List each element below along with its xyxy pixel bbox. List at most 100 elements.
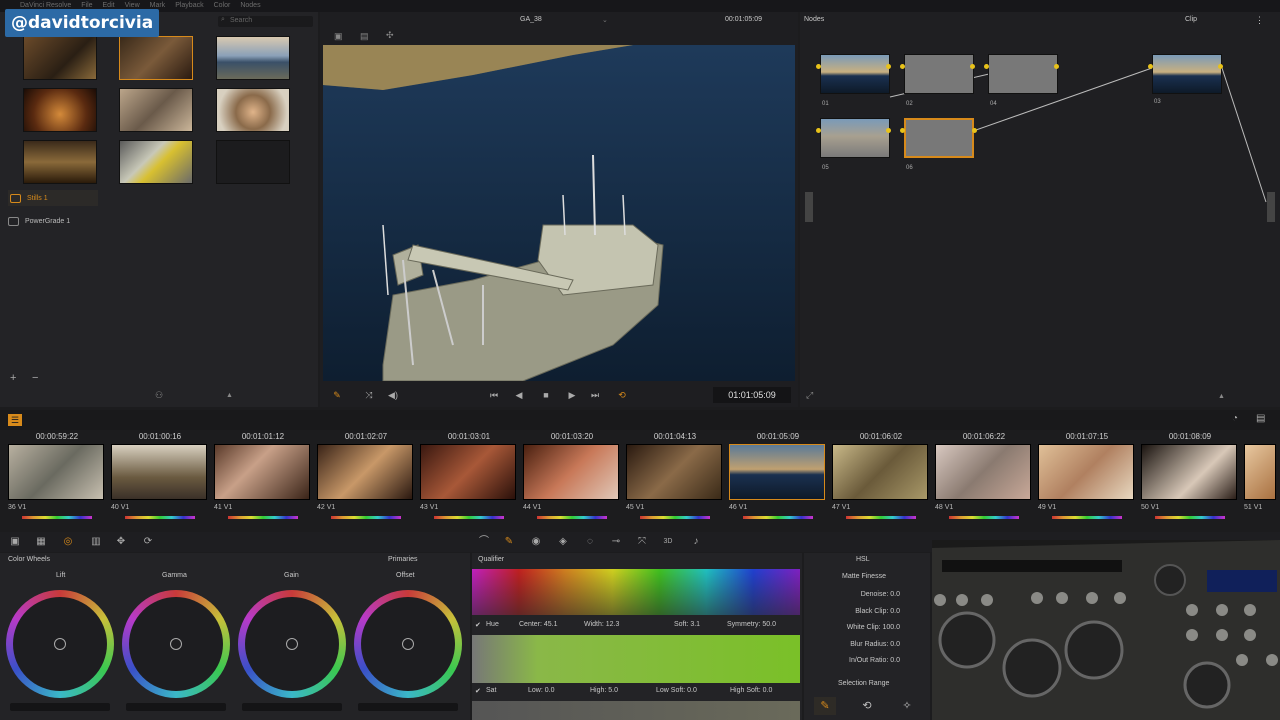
magic-wand-icon[interactable]: ✧ (896, 697, 918, 715)
blur-icon[interactable]: ◌ (584, 536, 596, 548)
blur-radius-value[interactable]: Blur Radius: 0.0 (850, 641, 900, 648)
gallery-search-input[interactable]: ⌕ Search (218, 16, 313, 27)
gain-slider[interactable] (242, 703, 342, 711)
menu-item[interactable]: Nodes (240, 2, 260, 9)
play-icon[interactable]: ▶ (566, 389, 578, 401)
node-05[interactable] (820, 118, 890, 158)
timeline-clip[interactable] (626, 444, 722, 500)
timeline-view-icon[interactable]: ▤ (1256, 413, 1265, 424)
node-04[interactable] (988, 54, 1058, 94)
sat-low-soft[interactable]: Low Soft: 0.0 (656, 687, 697, 694)
node-03[interactable] (1152, 54, 1222, 94)
camera-raw-icon[interactable]: ▣ (9, 536, 21, 548)
gallery-still[interactable] (23, 36, 97, 80)
sat-high-soft[interactable]: High Soft: 0.0 (730, 687, 772, 694)
node-06[interactable] (904, 118, 974, 158)
curves-icon[interactable]: ⌒ (478, 536, 490, 548)
skip-back-icon[interactable]: ⏮ (488, 389, 500, 401)
tracker-icon[interactable]: ◈ (557, 536, 569, 548)
gallery-still[interactable] (119, 36, 193, 80)
audio-mix-icon[interactable]: ♪ (690, 536, 702, 548)
timeline-clip[interactable] (523, 444, 619, 500)
timeline-clip[interactable] (317, 444, 413, 500)
menu-item[interactable]: Color (214, 2, 231, 9)
sat-high[interactable]: High: 5.0 (590, 687, 618, 694)
lum-gradient[interactable] (472, 701, 800, 720)
gallery-still[interactable] (216, 36, 290, 80)
reset-icon[interactable]: ⟳ (142, 536, 154, 548)
hue-width[interactable]: Width: 12.3 (584, 621, 619, 628)
hue-center[interactable]: Center: 45.1 (519, 621, 558, 628)
timeline-clip[interactable] (729, 444, 825, 500)
sat-low[interactable]: Low: 0.0 (528, 687, 554, 694)
shuffle-icon[interactable]: ⤨ (363, 389, 375, 401)
sat-gradient[interactable] (472, 635, 800, 683)
split-icon[interactable]: ▤ (360, 31, 369, 42)
gallery-still[interactable] (216, 88, 290, 132)
gallery-still-empty[interactable] (216, 140, 290, 184)
hue-spectrum[interactable] (472, 569, 800, 615)
offset-slider[interactable] (358, 703, 458, 711)
hue-soft[interactable]: Soft: 3.1 (674, 621, 700, 628)
timeline-clip[interactable] (111, 444, 207, 500)
gamma-slider[interactable] (126, 703, 226, 711)
reset-selection-icon[interactable]: ⟲ (856, 697, 878, 715)
gallery-item-stills[interactable]: Stills 1 (8, 190, 98, 206)
menu-item[interactable]: Playback (175, 2, 203, 9)
rgb-mixer-icon[interactable]: ▥ (90, 536, 102, 548)
node-01[interactable] (820, 54, 890, 94)
gallery-still[interactable] (23, 88, 97, 132)
qualifier-icon[interactable]: ✎ (503, 536, 515, 548)
in-out-ratio-value[interactable]: In/Out Ratio: 0.0 (849, 657, 900, 664)
menu-item[interactable]: Edit (103, 2, 115, 9)
key-icon[interactable]: ⊸ (610, 536, 622, 548)
gallery-item-powergrade[interactable]: PowerGrade 1 (8, 213, 70, 229)
gallery-still[interactable] (119, 140, 193, 184)
timeline-clip[interactable] (8, 444, 104, 500)
sat-checkbox[interactable]: ✔ (475, 687, 481, 695)
color-match-icon[interactable]: ▦ (35, 536, 47, 548)
timeline-clip[interactable] (1038, 444, 1134, 500)
audio-icon[interactable]: ◀) (387, 389, 399, 401)
timeline-clip[interactable] (1141, 444, 1237, 500)
loop-icon[interactable]: ⟲ (616, 389, 628, 401)
menu-item[interactable]: File (81, 2, 92, 9)
lift-wheel[interactable] (6, 590, 114, 698)
node-02[interactable] (904, 54, 974, 94)
3d-icon[interactable]: 3D (662, 536, 674, 548)
gamma-wheel[interactable] (122, 590, 230, 698)
sizing-icon[interactable]: ⤧ (636, 536, 648, 548)
white-clip-value[interactable]: White Clip: 100.0 (847, 624, 900, 631)
offset-wheel[interactable] (354, 590, 462, 698)
color-wheels-icon[interactable]: ◎ (62, 536, 74, 548)
stop-icon[interactable]: ■ (540, 389, 552, 401)
menu-item[interactable]: View (125, 2, 140, 9)
timeline-clip[interactable] (420, 444, 516, 500)
add-icon[interactable]: + (10, 372, 16, 384)
chevron-down-icon[interactable]: ⌄ (602, 16, 608, 24)
viewer-mode-icon[interactable]: ▣ (334, 31, 343, 42)
gallery-scroll-icon[interactable]: ▲ (226, 392, 233, 399)
skip-forward-icon[interactable]: ⏭ (589, 389, 601, 401)
gain-wheel[interactable] (238, 590, 346, 698)
brush-icon[interactable]: ✎ (331, 389, 343, 401)
hue-checkbox[interactable]: ✔ (475, 621, 481, 629)
picker-icon[interactable]: ✣ (386, 30, 394, 41)
hue-symmetry[interactable]: Symmetry: 50.0 (727, 621, 776, 628)
timeline-toggle-icon[interactable]: ☰ (8, 414, 22, 426)
play-reverse-icon[interactable]: ◀ (513, 389, 525, 401)
menu-item[interactable]: DaVinci Resolve (20, 2, 71, 9)
remove-icon[interactable]: − (32, 372, 38, 384)
lift-slider[interactable] (10, 703, 110, 711)
scroll-up-icon[interactable]: ▲ (1218, 393, 1225, 400)
video-frame[interactable] (323, 45, 795, 381)
expand-icon[interactable]: ⤢ (806, 390, 813, 401)
timeline-clip[interactable] (214, 444, 310, 500)
timeline-clip[interactable] (832, 444, 928, 500)
timeline-clip[interactable] (1244, 444, 1276, 500)
menu-item[interactable]: Mark (150, 2, 166, 9)
window-icon[interactable]: ◉ (530, 536, 542, 548)
gallery-still[interactable] (119, 88, 193, 132)
denoise-value[interactable]: Denoise: 0.0 (861, 591, 900, 598)
picker-icon[interactable]: ✎ (814, 697, 836, 715)
